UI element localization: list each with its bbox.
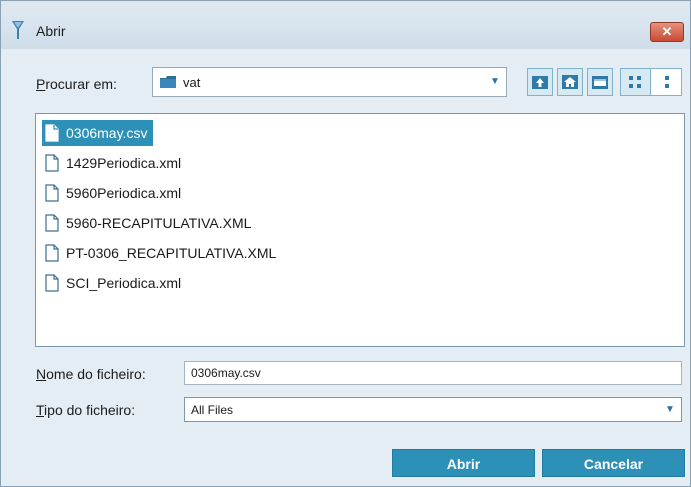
file-name: SCI_Periodica.xml: [66, 275, 182, 291]
list-view-button[interactable]: [621, 69, 651, 95]
close-button[interactable]: ✕: [650, 22, 684, 42]
chevron-down-icon[interactable]: ▼: [487, 71, 503, 93]
file-item[interactable]: 0306may.csv: [42, 120, 154, 146]
home-icon: [562, 75, 578, 89]
details-view-icon: [665, 76, 669, 88]
file-icon: [45, 244, 59, 262]
file-type-dropdown[interactable]: All Files ▼: [184, 397, 682, 422]
file-name: 0306may.csv: [66, 125, 148, 141]
new-folder-icon: [592, 76, 608, 89]
dialog-title: Abrir: [36, 23, 66, 39]
list-view-icon: [629, 76, 641, 88]
file-name: 1429Periodica.xml: [66, 155, 182, 171]
file-item[interactable]: SCI_Periodica.xml: [42, 270, 187, 296]
file-item[interactable]: 1429Periodica.xml: [42, 150, 187, 176]
file-name-input[interactable]: 0306may.csv: [184, 361, 682, 385]
up-folder-icon: [532, 76, 548, 89]
open-dialog: Abrir ✕ Procurar em: vat ▼ 0306may.csv 1…: [0, 0, 691, 487]
new-folder-button[interactable]: [587, 68, 613, 96]
file-icon: [45, 184, 59, 202]
close-icon: ✕: [661, 24, 673, 39]
up-one-level-button[interactable]: [527, 68, 553, 96]
file-icon: [45, 214, 59, 232]
file-item[interactable]: PT-0306_RECAPITULATIVA.XML: [42, 240, 282, 266]
file-type-label: Tipo do ficheiro:: [36, 402, 136, 418]
open-button[interactable]: Abrir: [392, 449, 535, 477]
look-in-label: Procurar em:: [36, 76, 117, 92]
title-bar[interactable]: Abrir ✕: [1, 11, 690, 49]
look-in-dropdown[interactable]: vat ▼: [152, 67, 507, 97]
file-item[interactable]: 5960-RECAPITULATIVA.XML: [42, 210, 257, 236]
file-name: 5960-RECAPITULATIVA.XML: [66, 215, 252, 231]
file-name: 5960Periodica.xml: [66, 185, 182, 201]
file-icon: [45, 154, 59, 172]
file-item[interactable]: 5960Periodica.xml: [42, 180, 187, 206]
file-type-value: All Files: [191, 403, 234, 417]
app-logo-icon: [12, 21, 24, 39]
details-view-button[interactable]: [652, 69, 682, 95]
window-top-strip: [1, 1, 690, 11]
view-mode-toggle[interactable]: [620, 68, 682, 96]
file-list[interactable]: 0306may.csv 1429Periodica.xml 5960Period…: [35, 113, 685, 347]
file-icon: [45, 274, 59, 292]
folder-icon: [160, 76, 176, 88]
file-name-label: Nome do ficheiro:: [36, 366, 146, 382]
look-in-value: vat: [183, 75, 201, 90]
cancel-button[interactable]: Cancelar: [542, 449, 685, 477]
file-name: PT-0306_RECAPITULATIVA.XML: [66, 245, 277, 261]
chevron-down-icon[interactable]: ▼: [662, 399, 678, 421]
home-button[interactable]: [557, 68, 583, 96]
file-icon: [45, 124, 59, 142]
